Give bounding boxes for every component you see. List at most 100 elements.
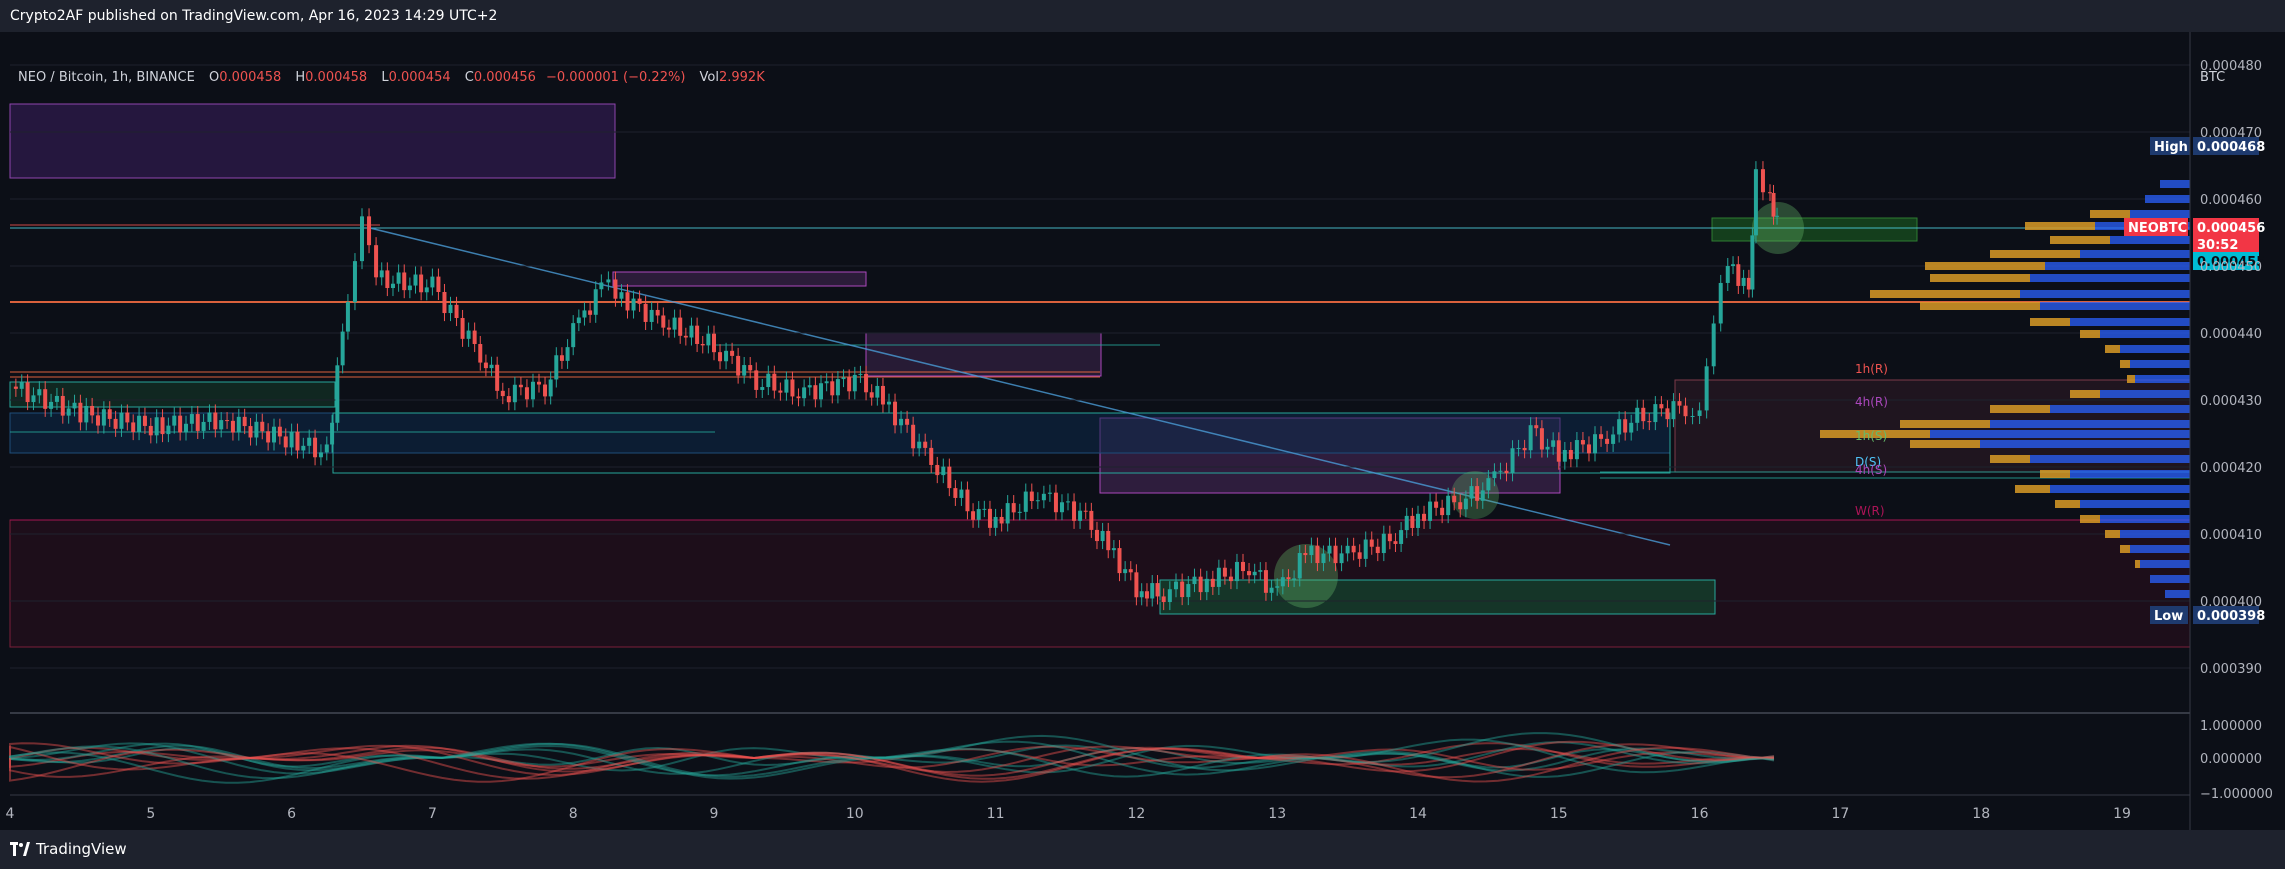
candle-body	[606, 279, 611, 283]
candle-body	[374, 245, 379, 278]
candle-body	[402, 272, 407, 291]
candle-body	[796, 396, 801, 399]
profile-bar	[1980, 440, 2190, 448]
candle-body	[301, 445, 306, 451]
candle-body	[1556, 440, 1561, 462]
candle-body	[506, 396, 511, 403]
candle-body	[1492, 471, 1497, 479]
candle-body	[1562, 450, 1567, 462]
candle-body	[1357, 552, 1362, 559]
profile-bar-orange	[2090, 210, 2130, 218]
candle-body	[272, 426, 276, 443]
candle-body	[352, 261, 357, 303]
profile-bar-orange	[2105, 530, 2120, 538]
high-value: 0.000458	[305, 70, 368, 85]
level-label: 4h(R)	[1855, 395, 1888, 409]
x-tick-label: 11	[987, 806, 1005, 822]
level-label: 1h(R)	[1855, 362, 1888, 376]
candle-body	[1369, 539, 1374, 547]
candle-body	[37, 389, 42, 396]
candle-body	[1192, 576, 1197, 585]
open-value: 0.000458	[219, 70, 282, 85]
candle-body	[1741, 277, 1746, 286]
profile-bar-orange	[2015, 485, 2050, 493]
candle-body	[1228, 576, 1233, 582]
candle-body	[379, 270, 384, 278]
candle-body	[1690, 415, 1695, 417]
candle-body	[1263, 570, 1268, 593]
candle-body	[730, 350, 735, 356]
profile-bar	[2020, 290, 2190, 298]
profile-bar-orange	[2025, 222, 2095, 230]
candle-body	[1269, 587, 1274, 593]
candle-body	[60, 395, 65, 416]
close-value: 0.000456	[473, 70, 536, 85]
footer: TradingView	[0, 830, 2285, 869]
profile-bar	[2160, 180, 2190, 188]
candle-body	[830, 381, 835, 396]
candle-body	[1303, 553, 1308, 556]
candle-body	[1452, 495, 1457, 503]
candle-body	[260, 421, 265, 432]
candle-body	[172, 415, 177, 426]
candle-body	[1333, 545, 1338, 564]
candle-body	[1167, 589, 1172, 603]
candle-body	[1635, 407, 1640, 423]
profile-bar	[2130, 545, 2190, 553]
candle-body	[78, 402, 83, 423]
candle-body	[248, 426, 253, 438]
footer-brand: TradingView	[36, 840, 127, 858]
candle-body	[1241, 561, 1246, 572]
candle-body	[1510, 448, 1515, 474]
x-tick-label: 12	[1127, 806, 1145, 822]
candle-body	[436, 276, 441, 293]
candle-body	[1399, 530, 1404, 544]
candle-body	[1094, 529, 1099, 542]
candle-body	[613, 279, 618, 299]
candle-body	[1089, 510, 1094, 530]
candle-body	[500, 390, 505, 397]
candle-body	[824, 381, 829, 384]
candle-body	[1017, 511, 1022, 513]
candle-body	[518, 384, 523, 388]
candle-body	[385, 270, 390, 289]
candle-body	[1486, 478, 1491, 491]
candle-body	[1106, 530, 1111, 551]
candle-body	[1671, 401, 1676, 420]
profile-bar	[2110, 236, 2190, 244]
profile-bar	[2100, 390, 2190, 398]
candle-body	[1753, 169, 1758, 236]
last-price-tag: 0.000456	[2197, 221, 2265, 236]
profile-bar	[2030, 274, 2190, 282]
candle-body	[442, 292, 447, 314]
candle-body	[66, 408, 71, 416]
low-tag: Low	[2154, 609, 2183, 624]
candle-body	[1035, 500, 1040, 502]
candle-body	[1292, 578, 1297, 580]
candle-body	[1083, 510, 1088, 512]
candle-body	[1174, 581, 1178, 590]
candle-body	[1458, 502, 1463, 510]
profile-bar-orange	[1925, 262, 2045, 270]
candle-body	[742, 365, 747, 376]
candle-body	[672, 317, 677, 330]
candle-body	[1617, 419, 1622, 435]
profile-bar	[2145, 195, 2190, 203]
candle-body	[1736, 264, 1741, 286]
candle-body	[1351, 545, 1356, 553]
publish-bar: Crypto2AF published on TradingView.com, …	[0, 0, 2285, 32]
candle-body	[189, 414, 194, 424]
price-chart[interactable]: High 0.000468 Low 0.000398 NEOBTC 0.000456 30:…	[0, 32, 2285, 830]
candle-body	[1280, 577, 1285, 587]
candle-body	[166, 425, 171, 435]
symbol-label: NEO / Bitcoin, 1h, BINANCE	[18, 70, 195, 85]
candle-body	[1297, 553, 1302, 579]
candle-body	[1718, 282, 1723, 324]
candle-body	[1258, 570, 1263, 572]
candle-body	[1480, 490, 1485, 501]
profile-bar	[2080, 250, 2190, 258]
candle-body	[1186, 584, 1191, 598]
profile-bar-orange	[2050, 236, 2110, 244]
supply-zone	[9, 103, 616, 179]
profile-bar	[1930, 430, 2190, 438]
